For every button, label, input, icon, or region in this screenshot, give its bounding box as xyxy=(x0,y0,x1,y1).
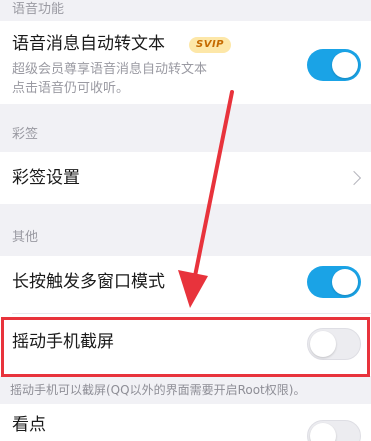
annotation-arrow xyxy=(178,90,234,308)
annotation-arrow-shaft xyxy=(191,90,234,288)
settings-page: 语音功能 语音消息自动转文本 SVIP 超级会员尊享语音消息自动转文本 点击语音… xyxy=(0,0,371,441)
annotation-arrow-head xyxy=(178,270,208,308)
